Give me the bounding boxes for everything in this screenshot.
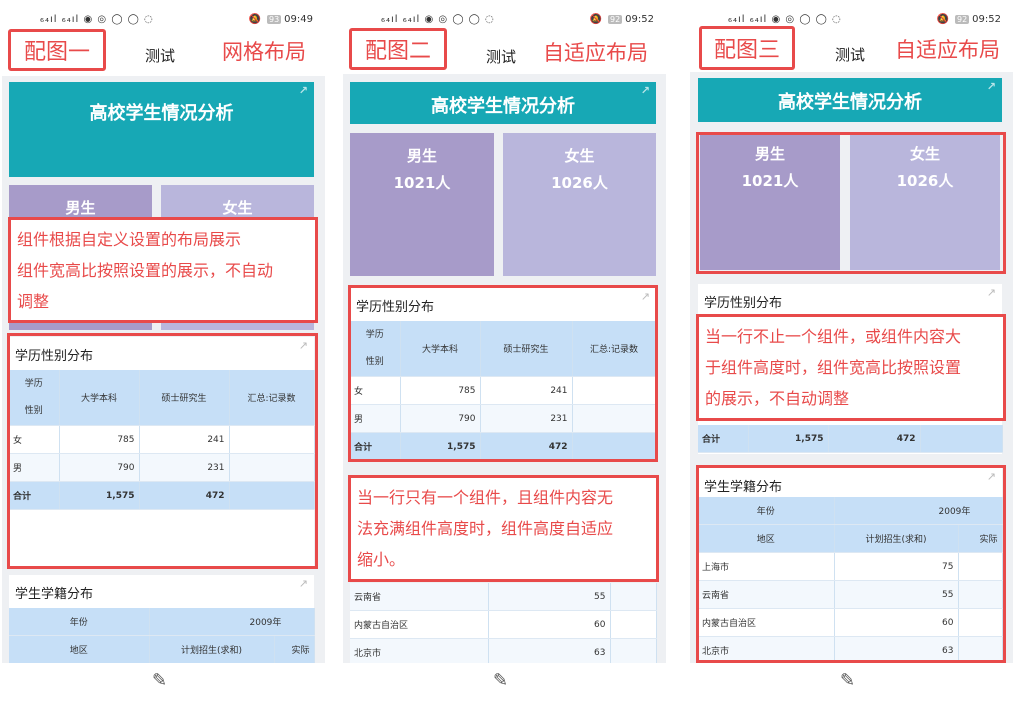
annotation-box: 组件根据自定义设置的布局展示 组件宽高比按照设置的展示，不自动 调整 — [8, 217, 318, 323]
header-cell: 实际 — [274, 635, 315, 663]
reg-table: 云南省 55 内蒙古自治区 60 北京市 63 — [350, 583, 657, 663]
female-label: 女生 — [222, 199, 253, 217]
layout-name: 自适应布局 — [543, 41, 648, 65]
battery-icon: 92 — [954, 15, 970, 24]
expand-icon[interactable]: ↗ — [987, 80, 996, 93]
dashboard-content[interactable]: 高校学生情况分析 ↗ 男生 1021人 女生 1026人 学历性别分布 ↗ 学历… — [343, 74, 666, 663]
cell — [610, 610, 657, 639]
header-cell: 计划招生(求和) — [149, 635, 275, 663]
card-title: 学历性别分布 — [704, 296, 783, 311]
banner: 高校学生情况分析 ↗ — [350, 82, 656, 124]
banner-title: 高校学生情况分析 — [431, 96, 575, 117]
female-card[interactable]: 女生 1026人 — [503, 133, 656, 276]
row-label: 云南省 — [350, 583, 489, 611]
figure-tag: 配图一 — [8, 29, 106, 71]
reg-table: 年份 2009年 地区 计划招生(求和) 实际 — [9, 608, 315, 663]
header-cell: 2009年 — [149, 608, 315, 636]
header-cell: 地区 — [9, 635, 150, 663]
female-label: 女生 — [564, 147, 595, 165]
cell — [610, 583, 657, 611]
table-header: 地区 计划招生(求和) 实际 — [9, 635, 315, 663]
phone-panel-2: ₆₄ıl ₆₄ıl ◉ ◎ ◯ ◯ ◌ 🔕 92 09:52 配图二 测试 自适应布… — [343, 0, 666, 703]
reg-card-partial[interactable]: 云南省 55 内蒙古自治区 60 北京市 63 — [350, 583, 657, 663]
annotation-box: 当一行不止一个组件，或组件内容大 于组件高度时，组件宽高比按照设置 的展示，不自… — [696, 314, 1006, 421]
mute-icon: 🔕 — [589, 14, 602, 25]
status-right: 🔕 92 09:52 — [590, 14, 654, 25]
row-label: 合计 — [698, 425, 749, 453]
edu-table: 合计 1,575 472 — [698, 425, 1003, 453]
annotation-line: 的展示，不自动调整 — [705, 389, 850, 408]
cell: 60 — [488, 610, 611, 639]
layout-name: 网格布局 — [222, 40, 306, 64]
signal-icons: ₆₄ıl ₆₄ıl ◉ ◎ ◯ ◯ ◌ — [40, 14, 154, 25]
expand-icon[interactable]: ↗ — [299, 577, 308, 590]
annotation-line: 法充满组件高度时，组件高度自适应 — [357, 519, 614, 538]
edit-icon[interactable]: ✎ — [840, 670, 855, 691]
signal-icons: ₆₄ıl ₆₄ıl ◉ ◎ ◯ ◯ ◌ — [728, 14, 842, 25]
cell — [610, 638, 657, 663]
row-label: 内蒙古自治区 — [350, 610, 489, 639]
annotation-line: 当一行只有一个组件，且组件内容无 — [357, 488, 614, 507]
banner: 高校学生情况分析 ↗ — [9, 82, 314, 177]
expand-icon[interactable]: ↗ — [641, 84, 650, 97]
table-header: 年份 2009年 — [9, 608, 315, 636]
male-count: 1021人 — [393, 174, 451, 192]
expand-icon[interactable]: ↗ — [987, 286, 996, 299]
table-row: 云南省 55 — [350, 583, 657, 611]
annotation-line: 缩小。 — [357, 550, 406, 569]
annotation-line: 组件宽高比按照设置的展示，不自动 — [17, 261, 274, 280]
page-title: 测试 — [145, 47, 176, 65]
highlight-box — [7, 333, 318, 569]
highlight-box — [348, 285, 658, 462]
annotation-line: 组件根据自定义设置的布局展示 — [17, 230, 242, 249]
layout-name: 自适应布局 — [895, 38, 1000, 62]
annotation-line: 当一行不止一个组件，或组件内容大 — [705, 327, 962, 346]
male-label: 男生 — [65, 199, 96, 217]
row-label: 北京市 — [350, 638, 489, 663]
dashboard-content[interactable]: 高校学生情况分析 ↗ 男生 女生 组件根据自定义设置的布局展示 组件宽高比按照设… — [2, 76, 325, 663]
battery-icon: 93 — [266, 15, 282, 24]
female-count: 1026人 — [551, 174, 608, 192]
edit-icon[interactable]: ✎ — [152, 670, 167, 691]
banner-title: 高校学生情况分析 — [778, 92, 922, 113]
male-card[interactable]: 男生 1021人 — [350, 133, 494, 276]
cell: 1,575 — [748, 425, 829, 453]
dashboard-content[interactable]: 高校学生情况分析 ↗ 男生 1021人 女生 1026人 学历性别分布 ↗ 合计… — [690, 72, 1013, 663]
table-row: 内蒙古自治区 60 — [350, 610, 657, 639]
cell: 55 — [488, 583, 611, 611]
signal-icons: ₆₄ıl ₆₄ıl ◉ ◎ ◯ ◯ ◌ — [381, 14, 495, 25]
figure-tag: 配图二 — [349, 28, 447, 70]
figure-tag: 配图三 — [699, 26, 795, 70]
annotation-box: 当一行只有一个组件，且组件内容无 法充满组件高度时，组件高度自适应 缩小。 — [348, 475, 659, 582]
page-title: 测试 — [486, 48, 517, 66]
highlight-box — [696, 465, 1006, 663]
annotation-line: 调整 — [17, 292, 50, 311]
cell: 472 — [828, 425, 921, 453]
status-right: 🔕 92 09:52 — [937, 14, 1001, 25]
phone-panel-1: ₆₄ıl ₆₄ıl ◉ ◎ ◯ ◯ ◌ 🔕 93 09:49 配图一 测试 网格布局… — [2, 0, 325, 703]
mute-icon: 🔕 — [936, 14, 949, 25]
cell — [920, 425, 1003, 453]
mute-icon: 🔕 — [248, 14, 261, 25]
card-title: 学生学籍分布 — [15, 587, 94, 602]
table-total-row: 合计 1,575 472 — [698, 425, 1003, 453]
clock: 09:52 — [972, 14, 1001, 25]
clock: 09:49 — [284, 14, 313, 25]
table-row: 北京市 63 — [350, 638, 657, 663]
male-label: 男生 — [406, 147, 437, 165]
expand-icon[interactable]: ↗ — [299, 84, 308, 97]
annotation-line: 于组件高度时，组件宽高比按照设置 — [705, 358, 962, 377]
banner-title: 高校学生情况分析 — [89, 103, 234, 124]
edit-icon[interactable]: ✎ — [493, 670, 508, 691]
reg-card[interactable]: 学生学籍分布 ↗ 年份 2009年 地区 计划招生(求和) 实际 — [9, 575, 315, 663]
cell: 63 — [488, 638, 611, 663]
phone-panel-3: ₆₄ıl ₆₄ıl ◉ ◎ ◯ ◯ ◌ 🔕 92 09:52 配图三 测试 自适应布… — [690, 0, 1013, 703]
banner: 高校学生情况分析 ↗ — [698, 78, 1002, 122]
status-right: 🔕 93 09:49 — [249, 14, 313, 25]
header-cell: 年份 — [9, 608, 150, 636]
clock: 09:52 — [625, 14, 654, 25]
page-title: 测试 — [835, 46, 866, 64]
battery-icon: 92 — [607, 15, 623, 24]
highlight-box — [696, 132, 1006, 274]
